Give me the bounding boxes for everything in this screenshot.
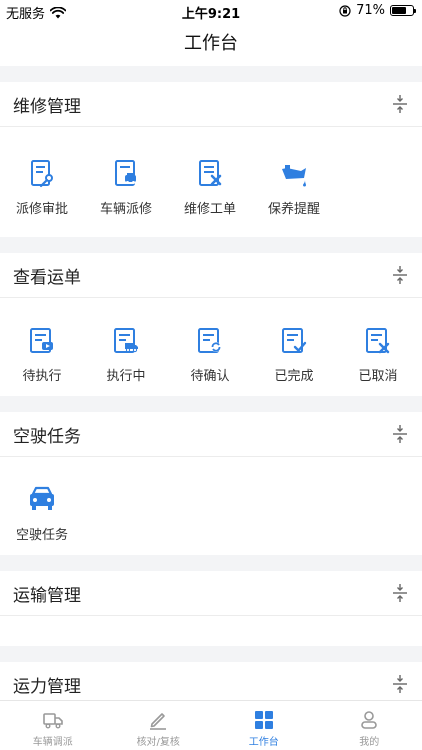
- tab-label: 我的: [359, 737, 380, 748]
- menu-label: 车辆派修: [99, 202, 152, 217]
- truck-icon: [42, 713, 63, 729]
- section-capacity-management: 运力管理: [0, 662, 422, 700]
- section-view-waybill: 查看运单 待执行 执行中 待确认 已完成 已取消: [0, 253, 422, 396]
- menu-item-vehicle-dispatch-repair[interactable]: 车辆派修: [84, 159, 168, 237]
- status-bar: 无服务 上午9:21 71%: [0, 0, 422, 22]
- menu-grid: 待执行 执行中 待确认 已完成 已取消: [0, 298, 422, 396]
- collapse-icon[interactable]: [392, 583, 408, 603]
- menu-grid: 派修审批 车辆派修 维修工单 保养提醒: [0, 127, 422, 237]
- menu-label: 待确认: [190, 369, 230, 384]
- section-header[interactable]: 运输管理: [0, 571, 422, 616]
- menu-item-repair-approve[interactable]: 派修审批: [0, 159, 84, 237]
- menu-item-executing[interactable]: 执行中: [84, 326, 168, 396]
- section-title: 运输管理: [13, 585, 81, 606]
- tab-check-review[interactable]: 核对/复核: [106, 701, 212, 750]
- repair-approve-icon: [31, 160, 53, 188]
- workbench-content: 维修管理 派修审批 车辆派修 维修工单 保养提醒 查看运单 待执行 执行中 待确…: [0, 66, 422, 700]
- section-header[interactable]: 查看运单: [0, 253, 422, 298]
- tab-label: 工作台: [248, 737, 279, 748]
- menu-label: 派修审批: [15, 202, 68, 217]
- menu-item-pending-confirm[interactable]: 待确认: [168, 326, 252, 396]
- rotation-lock-icon: [339, 4, 351, 17]
- tab-vehicle-dispatch[interactable]: 车辆调派: [0, 701, 106, 750]
- cancelled-icon: [366, 328, 390, 354]
- collapse-icon[interactable]: [392, 265, 408, 285]
- battery-percent: 71%: [356, 3, 385, 18]
- completed-icon: [282, 328, 307, 353]
- pending-execute-icon: [30, 328, 53, 353]
- menu-item-repair-workorder[interactable]: 维修工单: [168, 159, 252, 237]
- menu-label: 待执行: [22, 369, 62, 384]
- pen-icon: [150, 713, 167, 730]
- menu-label: 已完成: [274, 369, 314, 384]
- section-empty-run-task: 空驶任务 空驶任务: [0, 412, 422, 555]
- tab-label: 核对/复核: [136, 737, 180, 748]
- user-icon: [361, 711, 378, 729]
- section-title: 空驶任务: [13, 426, 81, 447]
- collapse-icon[interactable]: [392, 94, 408, 114]
- tab-label: 车辆调派: [32, 737, 73, 748]
- vehicle-dispatch-repair-icon: [115, 160, 136, 186]
- empty-run-task-icon: [30, 486, 54, 510]
- section-repair-management: 维修管理 派修审批 车辆派修 维修工单 保养提醒: [0, 82, 422, 237]
- tab-workbench[interactable]: 工作台: [211, 701, 317, 750]
- menu-label: 已取消: [358, 369, 398, 384]
- section-transport-management: 运输管理: [0, 571, 422, 646]
- menu-item-cancelled[interactable]: 已取消: [336, 326, 420, 396]
- menu-item-completed[interactable]: 已完成: [252, 326, 336, 396]
- menu-label: 执行中: [106, 369, 146, 384]
- section-header[interactable]: 空驶任务: [0, 412, 422, 457]
- menu-label: 维修工单: [183, 202, 236, 217]
- menu-item-pending-execute[interactable]: 待执行: [0, 326, 84, 396]
- tab-bar: 车辆调派 核对/复核 工作台 我的: [0, 700, 422, 750]
- section-title: 查看运单: [13, 267, 81, 288]
- section-header[interactable]: 维修管理: [0, 82, 422, 127]
- empty-grid: [0, 616, 422, 646]
- page-title: 工作台: [0, 22, 422, 66]
- maintenance-reminder-icon: [282, 165, 306, 187]
- menu-label: 空驶任务: [15, 528, 68, 543]
- tab-mine[interactable]: 我的: [317, 701, 422, 750]
- section-header[interactable]: 运力管理: [0, 662, 422, 700]
- menu-label: 保养提醒: [267, 202, 320, 217]
- section-title: 运力管理: [13, 676, 81, 697]
- executing-icon: [114, 328, 138, 353]
- battery-icon: [390, 5, 416, 16]
- menu-item-maintenance-reminder[interactable]: 保养提醒: [252, 159, 336, 237]
- pending-confirm-icon: [198, 328, 221, 353]
- workbench-icon: [254, 711, 273, 729]
- collapse-icon[interactable]: [392, 424, 408, 444]
- section-title: 维修管理: [13, 96, 81, 117]
- menu-item-empty-run-task[interactable]: 空驶任务: [0, 485, 84, 555]
- repair-workorder-icon: [199, 160, 222, 186]
- menu-grid: 空驶任务: [0, 457, 422, 555]
- collapse-icon[interactable]: [392, 674, 408, 694]
